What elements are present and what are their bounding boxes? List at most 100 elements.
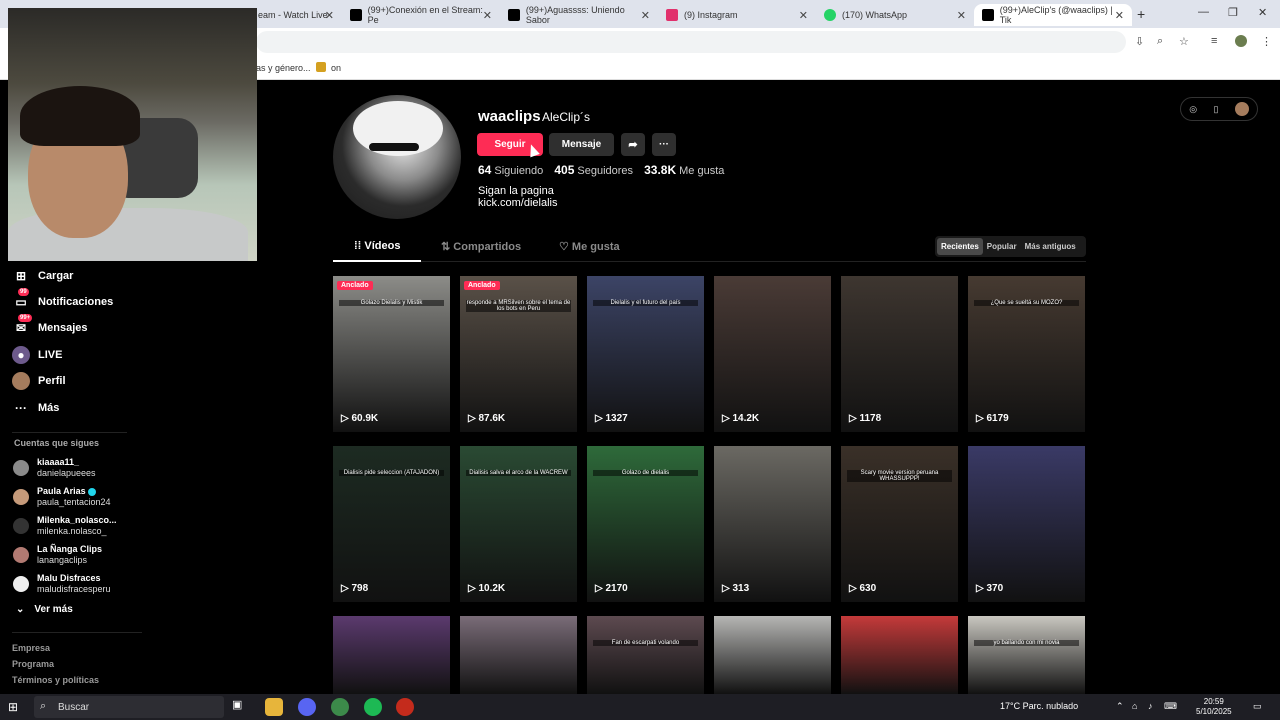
share-button[interactable]: ➦ <box>621 133 645 156</box>
video-thumbnail[interactable]: Scary movie version peruana WHASSUPPP! ▷ … <box>841 446 958 602</box>
file-explorer-icon[interactable] <box>265 698 283 716</box>
spotify-icon[interactable] <box>364 698 382 716</box>
network-icon[interactable]: ⌂ <box>1132 701 1137 711</box>
repost-icon: ⇅ <box>441 241 454 253</box>
video-thumbnail[interactable]: ▷ 370 <box>968 446 1085 602</box>
video-thumbnail[interactable]: Anclado responde a MRSilven sobre el tema… <box>460 276 577 432</box>
profile-bio-link[interactable]: kick.com/dielalis <box>478 197 557 209</box>
message-button[interactable]: Mensaje <box>549 133 614 156</box>
following-label: Siguiendo <box>494 165 544 177</box>
obs-icon[interactable] <box>396 698 414 716</box>
install-icon[interactable]: ⇩ <box>1135 35 1144 48</box>
view-count: ▷ 14.2K <box>722 413 759 424</box>
footer-link[interactable]: Términos y políticas <box>12 675 99 685</box>
new-tab-button[interactable]: + <box>1137 6 1145 22</box>
close-window-icon[interactable]: ✕ <box>1258 6 1267 19</box>
bookmark-item[interactable]: on <box>331 63 341 73</box>
video-thumbnail[interactable]: Dielalis y el futuro del país ▷ 1327 <box>587 276 704 432</box>
view-count: ▷ 2170 <box>595 583 628 594</box>
browser-tab[interactable]: (99+)Conexión en el Stream: Pe ✕ <box>342 4 500 26</box>
close-icon[interactable]: ✕ <box>799 9 808 22</box>
browser-tab[interactable]: (170) WhatsApp ✕ <box>816 4 974 26</box>
video-thumbnail[interactable]: ▷ 1178 <box>841 276 958 432</box>
sidebar-item-profile[interactable]: Perfil <box>12 371 66 391</box>
sidebar-item-upload[interactable]: ⊞ Cargar <box>12 266 74 286</box>
tab-title: (9) Instagram <box>684 10 738 20</box>
windows-start-icon[interactable]: ⊞ <box>8 700 18 714</box>
reading-list-icon[interactable]: ≡ <box>1211 35 1217 47</box>
browser-tab[interactable]: (99+)Aguassss: Uniendo Sabor ✕ <box>500 4 658 26</box>
video-caption: ¿Que se sueltá su MOZO? <box>974 300 1079 306</box>
footer-link[interactable]: Programa <box>12 659 54 669</box>
video-thumbnail[interactable] <box>714 616 831 694</box>
sidebar-item-notifications[interactable]: ▭ 99 Notificaciones <box>12 288 113 312</box>
volume-icon[interactable]: ♪ <box>1148 701 1153 711</box>
task-view-icon[interactable]: ▣ <box>232 698 250 716</box>
zoom-icon[interactable]: ⌕ <box>1157 35 1163 48</box>
tabs-divider <box>333 261 1086 262</box>
notification-center-icon[interactable]: ▭ <box>1253 701 1262 712</box>
tab-liked[interactable]: ♡ Me gusta <box>559 240 620 253</box>
sidebar-item-label: Mensajes <box>38 322 88 334</box>
video-thumbnail[interactable] <box>841 616 958 694</box>
following-account[interactable]: kiaaaa11_ danielapueees <box>13 456 96 480</box>
tab-title: eam - Watch Live <box>258 10 328 20</box>
sort-oldest[interactable]: Más antiguos <box>1021 238 1080 255</box>
video-thumbnail[interactable]: ▷ 313 <box>714 446 831 602</box>
sidebar-item-more[interactable]: ··· Más <box>12 398 59 418</box>
close-icon[interactable]: ✕ <box>483 9 492 22</box>
keyboard-icon[interactable]: ⌨ <box>1164 701 1177 712</box>
tab-videos[interactable]: ⁞⁞ Vídeos <box>354 240 400 252</box>
followers-stat[interactable]: 405 Seguidores <box>554 163 633 177</box>
view-count-value: 10.2K <box>478 583 506 594</box>
video-thumbnail[interactable]: Fan de escarpati volando <box>587 616 704 694</box>
see-more-link[interactable]: ⌄ Ver más <box>16 604 73 615</box>
sort-recent[interactable]: Recientes <box>937 238 983 255</box>
video-thumbnail[interactable]: Dialisis salva el arco de la WACREW ▷ 10.… <box>460 446 577 602</box>
sidebar-item-messages[interactable]: ✉ 99+ Mensajes <box>12 314 88 338</box>
video-thumbnail[interactable]: yo bailando con mi novia <box>968 616 1085 694</box>
sidebar-item-live[interactable]: ● LIVE <box>12 345 62 365</box>
minimize-icon[interactable]: — <box>1198 6 1209 18</box>
video-thumbnail[interactable]: ▷ 14.2K <box>714 276 831 432</box>
following-account[interactable]: Milenka_nolasco... milenka.nolasco_ <box>13 514 117 538</box>
close-icon[interactable]: ✕ <box>325 9 334 22</box>
close-icon[interactable]: ✕ <box>1115 9 1124 22</box>
footer-link[interactable]: Empresa <box>12 643 50 653</box>
maximize-icon[interactable]: ❐ <box>1228 6 1238 19</box>
video-thumbnail[interactable]: ¿Que se sueltá su MOZO? ▷ 6179 <box>968 276 1085 432</box>
video-thumbnail[interactable] <box>333 616 450 694</box>
following-account[interactable]: Paula Arias paula_tentacion24 <box>13 485 111 509</box>
video-thumbnail[interactable] <box>460 616 577 694</box>
browser-tab[interactable]: (9) Instagram ✕ <box>658 4 816 26</box>
address-input[interactable] <box>256 31 1126 53</box>
weather-widget[interactable]: 17°C Parc. nublado <box>1000 701 1078 711</box>
browser-tab-active[interactable]: (99+)AleClip's (@waaclips) | Tik ✕ <box>974 4 1132 26</box>
profile-avatar-icon[interactable] <box>1235 35 1247 47</box>
play-icon: ▷ <box>468 583 479 594</box>
discord-icon[interactable] <box>298 698 316 716</box>
view-count-value: 630 <box>859 583 877 594</box>
following-account[interactable]: La Ñanga Clips lanangaclips <box>13 543 102 567</box>
taskbar-clock[interactable]: 20:59 5/10/2025 <box>1196 697 1232 717</box>
following-account[interactable]: Malu Disfraces maludisfracesperu <box>13 572 111 596</box>
browser-tab[interactable]: eam - Watch Live ✕ <box>250 4 342 26</box>
video-thumbnail[interactable]: Golazo de dielalis ▷ 2170 <box>587 446 704 602</box>
bookmark-star-icon[interactable]: ☆ <box>1179 35 1189 48</box>
menu-kebab-icon[interactable]: ⋮ <box>1261 35 1272 48</box>
sort-popular[interactable]: Popular <box>983 238 1021 255</box>
bookmark-item[interactable]: as y género... <box>256 63 311 73</box>
taskbar-search[interactable]: ⌕ Buscar <box>34 696 224 718</box>
compass-icon[interactable]: ◎ <box>1189 104 1197 115</box>
user-avatar[interactable] <box>1234 102 1249 116</box>
video-thumbnail[interactable]: Anclado Golazo Dielalis y Mistik ▷ 60.9K <box>333 276 450 432</box>
more-options-button[interactable]: ··· <box>652 133 676 156</box>
chrome-icon[interactable] <box>331 698 349 716</box>
chevron-up-icon[interactable]: ⌃ <box>1116 701 1124 712</box>
close-icon[interactable]: ✕ <box>957 9 966 22</box>
following-stat[interactable]: 64 Siguiendo <box>478 163 544 177</box>
video-thumbnail[interactable]: Dialisis pide seleccion (ATAJADON) ▷ 798 <box>333 446 450 602</box>
phone-icon[interactable]: ▯ <box>1213 104 1218 115</box>
close-icon[interactable]: ✕ <box>641 9 650 22</box>
tab-reposts[interactable]: ⇅ Compartidos <box>441 240 521 253</box>
